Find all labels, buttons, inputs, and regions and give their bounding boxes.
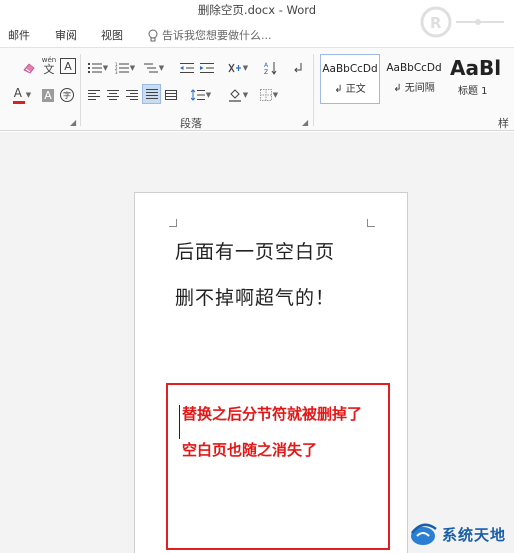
group-separator <box>80 54 81 126</box>
style-no-spacing-name: ↲ 无间隔 <box>384 79 444 94</box>
align-left-button[interactable] <box>86 85 102 105</box>
styles-group-label: 样 <box>498 117 509 130</box>
increase-indent-button[interactable] <box>198 58 216 78</box>
justify-icon <box>145 88 158 99</box>
bullets-button[interactable]: ▼ <box>86 58 110 78</box>
style-normal-label: 正文 <box>345 84 366 95</box>
phonetic-guide-char: 文 <box>43 63 55 76</box>
chevron-down-icon: ▼ <box>242 64 249 72</box>
character-border-label: A <box>64 59 72 73</box>
paint-bucket-icon <box>228 89 241 102</box>
style-heading-1[interactable]: AaBl 标题 1 <box>448 54 514 104</box>
font-color-glyph: A <box>12 86 25 104</box>
character-border-button[interactable]: A <box>60 58 76 74</box>
paragraph-dialog-launcher-icon[interactable]: ◢ <box>302 118 308 127</box>
annotation-line: 替换之后分节符就被删掉了 <box>182 405 363 423</box>
chevron-down-icon: ▼ <box>25 91 32 99</box>
decrease-indent-button[interactable] <box>178 58 196 78</box>
decrease-indent-icon <box>180 63 194 73</box>
chevron-down-icon: ▼ <box>102 64 109 72</box>
tell-me-placeholder: 告诉我您想要做什么... <box>162 29 272 42</box>
svg-text:Z: Z <box>264 69 268 75</box>
borders-button[interactable]: ▼ <box>256 85 282 105</box>
sort-icon: A Z <box>264 62 277 75</box>
svg-text:3: 3 <box>115 70 118 74</box>
numbered-list-icon: 1 2 3 <box>115 62 129 74</box>
svg-text:A: A <box>264 62 269 69</box>
phonetic-guide-button[interactable]: wén 文 <box>40 56 58 76</box>
tab-mailings[interactable]: 邮件 <box>8 27 30 43</box>
chevron-down-icon: ▼ <box>158 64 165 72</box>
sort-button[interactable]: A Z <box>262 58 280 78</box>
annotation-line: 空白页也随之消失了 <box>182 441 318 459</box>
chevron-down-icon: ▼ <box>205 91 212 99</box>
clear-formatting-button[interactable] <box>20 58 38 78</box>
font-color-letter: A <box>13 86 23 100</box>
formatting-marks-icon <box>294 63 302 73</box>
chinese-layout-icon <box>228 63 241 73</box>
style-no-spacing-label: 无间隔 <box>404 83 435 94</box>
group-separator <box>313 54 314 126</box>
watermark-logo-icon <box>411 523 437 545</box>
margin-corner-marker <box>367 219 375 227</box>
distributed-align-button[interactable] <box>163 85 179 105</box>
style-heading-1-label: 标题 1 <box>458 86 488 97</box>
align-right-button[interactable] <box>124 85 140 105</box>
style-normal-sample: AaBbCcDd <box>322 63 378 75</box>
watermark-text: 系统天地 <box>442 525 507 544</box>
tell-me-box[interactable]: 告诉我您想要做什么... <box>148 27 272 43</box>
align-center-icon <box>107 89 119 100</box>
multilevel-list-button[interactable]: ▼ <box>141 58 167 78</box>
align-left-icon <box>88 89 100 100</box>
character-shading-label: A <box>42 88 54 102</box>
tab-view[interactable]: 视图 <box>101 27 123 43</box>
lightbulb-icon <box>148 29 158 41</box>
font-color-swatch <box>12 101 25 104</box>
enclose-characters-label: 字 <box>60 88 74 102</box>
style-heading-1-sample: AaBl <box>450 56 502 80</box>
align-center-button[interactable] <box>105 85 121 105</box>
style-no-spacing-sample: AaBbCcDd <box>386 62 442 74</box>
text-cursor <box>179 405 180 439</box>
bullet-list-icon <box>87 63 102 73</box>
site-watermark: 系统天地 <box>408 521 506 547</box>
multilevel-list-icon <box>143 63 158 73</box>
document-line[interactable]: 后面有一页空白页 <box>175 237 335 264</box>
ribbon: wén 文 A A ▼ A 字 ◢ ▼ 1 2 3 ▼ ▼ ▼ A Z ▼ ▼ … <box>0 47 514 131</box>
style-normal-name: ↲ 正文 <box>321 80 379 95</box>
annotation-callout: 替换之后分节符就被删掉了 空白页也随之消失了 <box>166 383 390 550</box>
font-color-button[interactable]: A ▼ <box>10 85 34 105</box>
eraser-icon <box>23 63 35 74</box>
paragraph-mark-icon: ↲ <box>334 84 343 95</box>
paragraph-mark-icon: ↲ <box>393 83 402 94</box>
align-right-icon <box>126 89 138 100</box>
distributed-align-icon <box>165 89 177 100</box>
paragraph-group-label: 段落 <box>180 117 202 130</box>
show-formatting-marks-button[interactable] <box>290 58 306 78</box>
character-shading-button[interactable]: A <box>40 85 56 105</box>
borders-icon <box>259 89 272 101</box>
chevron-down-icon: ▼ <box>242 91 249 99</box>
margin-corner-marker <box>169 219 177 227</box>
document-line[interactable]: 删不掉啊超气的！ <box>175 283 335 310</box>
tab-review[interactable]: 审阅 <box>55 27 77 43</box>
style-normal[interactable]: AaBbCcDd ↲ 正文 <box>320 54 380 104</box>
chevron-down-icon: ▼ <box>129 64 136 72</box>
numbering-button[interactable]: 1 2 3 ▼ <box>113 58 137 78</box>
chevron-down-icon: ▼ <box>272 91 279 99</box>
style-no-spacing[interactable]: AaBbCcDd ↲ 无间隔 <box>384 54 444 104</box>
styles-gallery: AaBbCcDd ↲ 正文 AaBbCcDd ↲ 无间隔 AaBl 标题 1 <box>318 54 514 106</box>
line-spacing-icon <box>190 89 205 101</box>
line-spacing-button[interactable]: ▼ <box>188 85 214 105</box>
font-dialog-launcher-icon[interactable]: ◢ <box>70 118 76 127</box>
ribbon-tab-row: 邮件 审阅 视图 告诉我您想要做什么... <box>0 24 514 46</box>
shading-button[interactable]: ▼ <box>225 85 251 105</box>
increase-indent-icon <box>200 63 214 73</box>
enclose-characters-button[interactable]: 字 <box>59 85 75 105</box>
justify-button[interactable] <box>142 84 161 104</box>
title-bar: 删除空页.docx - Word R <box>0 0 514 38</box>
chinese-layout-button[interactable]: ▼ <box>225 58 251 78</box>
